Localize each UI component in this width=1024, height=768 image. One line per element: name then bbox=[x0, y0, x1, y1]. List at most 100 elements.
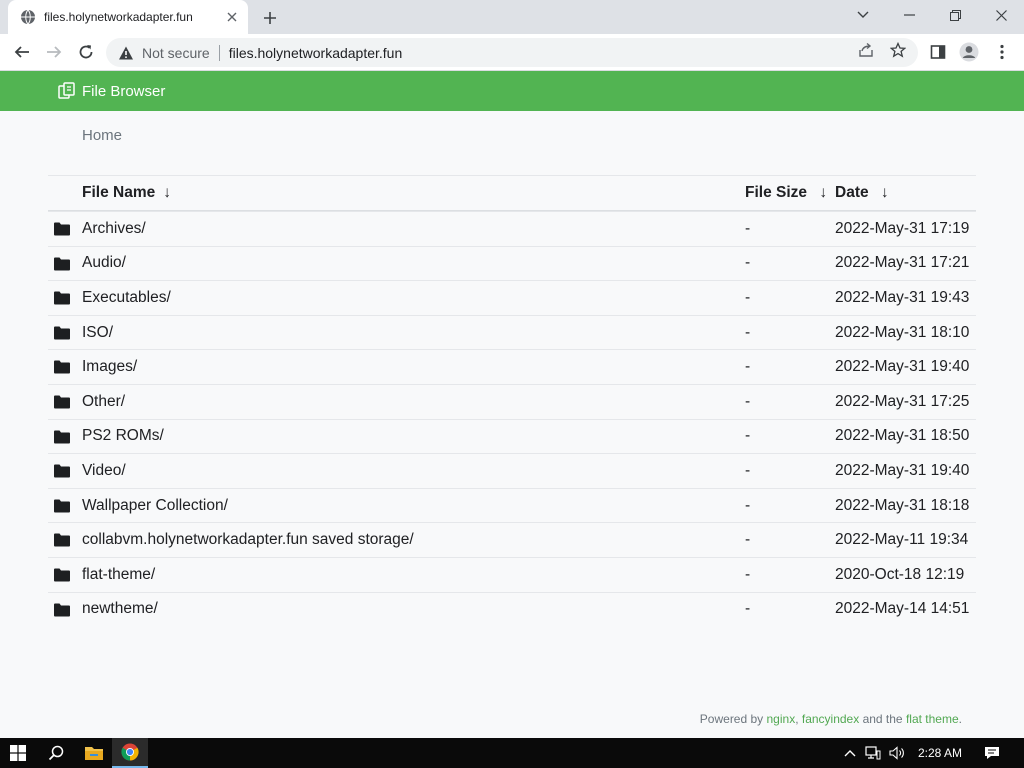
file-name-link[interactable]: Archives/ bbox=[82, 220, 146, 238]
tab-close-icon[interactable] bbox=[222, 7, 242, 27]
table-row[interactable]: flat-theme/ - 2020-Oct-18 12:19 bbox=[48, 556, 976, 592]
footer-link-nginx[interactable]: nginx bbox=[767, 712, 796, 726]
page-footer: Powered by nginx, fancyindex and the fla… bbox=[700, 712, 962, 726]
folder-icon bbox=[54, 430, 70, 444]
table-header: File Name ↓ File Size ↓ Date ↓ bbox=[48, 175, 976, 211]
file-name-link[interactable]: Video/ bbox=[82, 462, 126, 480]
tab-title: files.holynetworkadapter.fun bbox=[44, 10, 193, 24]
table-row[interactable]: Other/ - 2022-May-31 17:25 bbox=[48, 383, 976, 419]
file-name-link[interactable]: flat-theme/ bbox=[82, 566, 155, 584]
file-date: 2022-May-31 17:21 bbox=[835, 254, 970, 272]
sort-arrow-icon: ↓ bbox=[163, 184, 171, 201]
menu-kebab-icon[interactable] bbox=[988, 38, 1016, 66]
file-date: 2022-May-31 19:40 bbox=[835, 358, 970, 376]
column-header-name[interactable]: File Name ↓ bbox=[82, 184, 171, 202]
footer-link-fancyindex[interactable]: fancyindex bbox=[802, 712, 859, 726]
file-name-link[interactable]: Audio/ bbox=[82, 254, 126, 272]
sort-arrow-icon: ↓ bbox=[880, 184, 889, 201]
side-panel-icon[interactable] bbox=[924, 38, 952, 66]
table-row[interactable]: collabvm.holynetworkadapter.fun saved st… bbox=[48, 522, 976, 557]
file-name-link[interactable]: collabvm.holynetworkadapter.fun saved st… bbox=[82, 531, 414, 549]
forward-button[interactable] bbox=[40, 38, 68, 66]
folder-icon bbox=[54, 533, 70, 547]
table-row[interactable]: Images/ - 2022-May-31 19:40 bbox=[48, 349, 976, 384]
file-name-link[interactable]: PS2 ROMs/ bbox=[82, 427, 164, 445]
folder-icon bbox=[54, 464, 70, 478]
bookmark-star-icon[interactable] bbox=[889, 41, 907, 59]
footer-prefix: Powered by bbox=[699, 712, 767, 726]
table-row[interactable]: newtheme/ - 2022-May-14 14:51 bbox=[48, 591, 976, 627]
table-row[interactable]: PS2 ROMs/ - 2022-May-31 18:50 bbox=[48, 418, 976, 454]
footer-link-flat-theme[interactable]: flat theme bbox=[906, 712, 959, 726]
breadcrumb-home[interactable]: Home bbox=[82, 127, 122, 144]
taskbar-search-icon[interactable] bbox=[38, 738, 74, 768]
column-size-label: File Size bbox=[745, 184, 808, 201]
volume-icon[interactable] bbox=[886, 738, 908, 768]
table-row[interactable]: Video/ - 2022-May-31 19:40 bbox=[48, 453, 976, 488]
footer-suffix: . bbox=[958, 712, 962, 726]
tab-search-icon[interactable] bbox=[840, 0, 886, 30]
file-date: 2022-May-31 18:50 bbox=[835, 427, 970, 445]
file-name-link[interactable]: Other/ bbox=[82, 393, 125, 411]
table-row[interactable]: Audio/ - 2022-May-31 17:21 bbox=[48, 245, 976, 281]
table-row[interactable]: Archives/ - 2022-May-31 17:19 bbox=[48, 211, 976, 246]
folder-icon bbox=[54, 326, 70, 340]
file-date: 2022-May-31 18:10 bbox=[835, 323, 970, 341]
table-row[interactable]: Executables/ - 2022-May-31 19:43 bbox=[48, 280, 976, 315]
file-size: - bbox=[745, 288, 751, 306]
back-button[interactable] bbox=[8, 38, 36, 66]
file-size: - bbox=[745, 254, 751, 272]
windows-start-icon[interactable] bbox=[0, 738, 36, 768]
notifications-icon[interactable] bbox=[978, 738, 1006, 768]
file-size: - bbox=[745, 565, 751, 583]
file-date: 2020-Oct-18 12:19 bbox=[835, 565, 965, 583]
minimize-button[interactable] bbox=[886, 0, 932, 30]
file-date: 2022-May-31 19:40 bbox=[835, 461, 970, 479]
warning-icon bbox=[119, 46, 133, 59]
address-bar[interactable]: Not secure files.holynetworkadapter.fun bbox=[106, 38, 918, 67]
folder-icon bbox=[54, 222, 70, 236]
site-title[interactable]: File Browser bbox=[82, 83, 165, 100]
close-window-button[interactable] bbox=[978, 0, 1024, 30]
column-header-date[interactable]: Date ↓ bbox=[835, 184, 889, 202]
column-date-label: Date bbox=[835, 184, 869, 201]
file-name-link[interactable]: ISO/ bbox=[82, 324, 113, 342]
column-header-size[interactable]: File Size ↓ bbox=[745, 184, 827, 202]
network-icon[interactable] bbox=[862, 738, 884, 768]
profile-avatar-icon[interactable] bbox=[955, 38, 983, 66]
folder-icon bbox=[54, 257, 70, 271]
folder-icon bbox=[54, 291, 70, 305]
globe-icon bbox=[21, 9, 35, 25]
folder-icon bbox=[54, 360, 70, 374]
breadcrumb: Home bbox=[82, 127, 122, 144]
restore-button[interactable] bbox=[932, 0, 978, 30]
chrome-taskbar-icon[interactable] bbox=[112, 738, 148, 768]
share-icon[interactable] bbox=[857, 41, 875, 59]
file-name-link[interactable]: newtheme/ bbox=[82, 600, 158, 618]
not-secure-label[interactable]: Not secure bbox=[142, 45, 210, 61]
file-size: - bbox=[745, 427, 751, 445]
reload-button[interactable] bbox=[72, 38, 100, 66]
file-table: File Name ↓ File Size ↓ Date ↓ Archives/… bbox=[48, 175, 976, 626]
table-body: Archives/ - 2022-May-31 17:19 Audio/ - 2022-M… bbox=[48, 211, 976, 626]
file-name-link[interactable]: Executables/ bbox=[82, 289, 171, 307]
table-row[interactable]: Wallpaper Collection/ - 2022-May-31 18:18 bbox=[48, 487, 976, 523]
tray-chevron-up-icon[interactable] bbox=[840, 738, 860, 768]
url-text[interactable]: files.holynetworkadapter.fun bbox=[229, 45, 403, 61]
file-name-link[interactable]: Wallpaper Collection/ bbox=[82, 497, 228, 515]
file-size: - bbox=[745, 323, 751, 341]
file-size: - bbox=[745, 219, 751, 237]
new-tab-button[interactable] bbox=[258, 6, 282, 30]
taskbar-clock[interactable]: 2:28 AM bbox=[918, 746, 962, 760]
table-row[interactable]: ISO/ - 2022-May-31 18:10 bbox=[48, 314, 976, 350]
footer-comma: , bbox=[795, 712, 802, 726]
file-date: 2022-May-31 17:25 bbox=[835, 392, 970, 410]
file-explorer-icon[interactable] bbox=[76, 738, 112, 768]
browser-tab[interactable]: files.holynetworkadapter.fun bbox=[8, 0, 248, 34]
file-size: - bbox=[745, 392, 751, 410]
folder-icon bbox=[54, 603, 70, 617]
column-name-label: File Name bbox=[82, 184, 156, 201]
folder-icon bbox=[54, 395, 70, 409]
file-date: 2022-May-31 19:43 bbox=[835, 288, 970, 306]
file-name-link[interactable]: Images/ bbox=[82, 358, 137, 376]
